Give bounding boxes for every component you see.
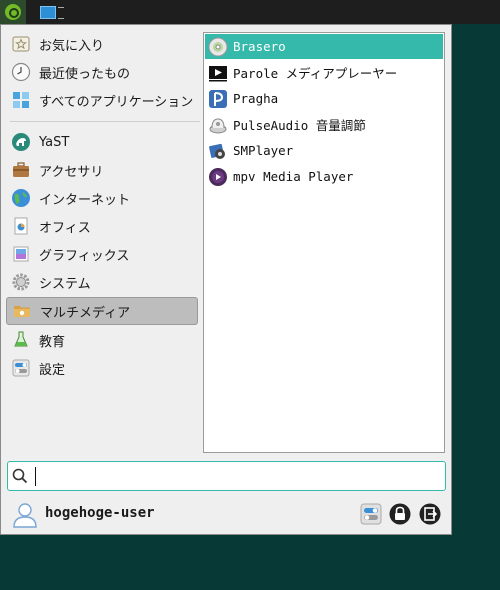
category-favorites[interactable]: お気に入り	[6, 31, 198, 57]
category-recent[interactable]: 最近使ったもの	[6, 59, 198, 85]
application-menu: お気に入り 最近使ったもの すべてのアプリケーション YaST アクセサリ イン…	[0, 24, 452, 535]
category-education[interactable]: 教育	[6, 327, 198, 353]
settings-button[interactable]	[360, 503, 382, 525]
taskbar	[0, 0, 500, 24]
settings-toggle-icon	[360, 503, 382, 525]
category-all-applications[interactable]: すべてのアプリケーション	[6, 87, 198, 113]
mpv-icon	[207, 166, 229, 188]
category-label: YaST	[39, 134, 70, 150]
yast-icon	[10, 131, 32, 153]
settings-toggle-icon	[10, 357, 32, 379]
play-icon	[207, 62, 229, 84]
gear-icon	[10, 271, 32, 293]
app-item-mpv[interactable]: mpv Media Player	[205, 164, 443, 189]
graphics-icon	[10, 243, 32, 265]
app-label: PulseAudio 音量調節	[233, 118, 366, 133]
pragha-icon	[207, 88, 229, 110]
category-label: インターネット	[39, 192, 131, 208]
app-item-brasero[interactable]: Brasero	[205, 34, 443, 59]
app-label: Brasero	[233, 39, 286, 54]
category-label: 最近使ったもの	[39, 66, 131, 82]
app-label: Pragha	[233, 91, 279, 106]
category-label: お気に入り	[39, 38, 105, 54]
clock-icon	[10, 61, 32, 83]
category-separator	[10, 121, 200, 122]
category-office[interactable]: オフィス	[6, 213, 198, 239]
category-system[interactable]: システム	[6, 269, 198, 295]
app-item-pragha[interactable]: Pragha	[205, 86, 443, 111]
category-label: マルチメディア	[40, 305, 131, 321]
education-flask-icon	[10, 329, 32, 351]
logout-icon	[419, 503, 441, 525]
category-label: アクセサリ	[39, 164, 104, 180]
app-label: SMPlayer	[233, 143, 294, 158]
smplayer-icon	[207, 140, 229, 162]
app-label: Parole メディアプレーヤー	[233, 66, 398, 81]
office-icon	[10, 215, 32, 237]
window-list-indicator	[58, 7, 64, 19]
user-avatar-icon	[11, 501, 39, 529]
globe-icon	[10, 187, 32, 209]
taskbar-window-button[interactable]	[38, 4, 66, 20]
text-cursor	[35, 467, 36, 486]
category-internet[interactable]: インターネット	[6, 185, 198, 211]
category-label: グラフィックス	[39, 248, 130, 264]
category-yast[interactable]: YaST	[6, 129, 198, 155]
lock-button[interactable]	[389, 503, 411, 525]
category-label: オフィス	[39, 220, 91, 236]
category-label: システム	[39, 276, 91, 292]
speaker-icon	[207, 114, 229, 136]
category-label: すべてのアプリケーション	[39, 94, 194, 110]
lock-icon	[389, 503, 411, 525]
app-item-pulseaudio[interactable]: PulseAudio 音量調節	[205, 112, 443, 137]
search-box[interactable]	[7, 461, 446, 491]
favorites-icon	[10, 33, 32, 55]
all-apps-icon	[10, 89, 32, 111]
category-label: 教育	[39, 334, 66, 350]
app-label: mpv Media Player	[233, 169, 354, 184]
user-name: hogehoge-user	[45, 505, 155, 521]
opensuse-chameleon-icon	[5, 4, 21, 20]
logout-button[interactable]	[419, 503, 441, 525]
window-icon	[40, 6, 56, 19]
application-list: Brasero Parole メディアプレーヤー Pragha PulseAud…	[203, 32, 445, 453]
multimedia-folder-icon	[11, 300, 33, 322]
briefcase-icon	[10, 159, 32, 181]
search-icon	[12, 468, 28, 484]
category-multimedia[interactable]: マルチメディア	[6, 297, 198, 325]
category-accessories[interactable]: アクセサリ	[6, 157, 198, 183]
disc-icon	[207, 36, 229, 58]
category-label: 設定	[39, 362, 66, 378]
menu-footer: hogehoge-user	[1, 497, 453, 535]
category-settings[interactable]: 設定	[6, 355, 198, 381]
category-graphics[interactable]: グラフィックス	[6, 241, 198, 267]
start-menu-button[interactable]	[0, 0, 26, 24]
app-item-parole[interactable]: Parole メディアプレーヤー	[205, 60, 443, 85]
app-item-smplayer[interactable]: SMPlayer	[205, 138, 443, 163]
